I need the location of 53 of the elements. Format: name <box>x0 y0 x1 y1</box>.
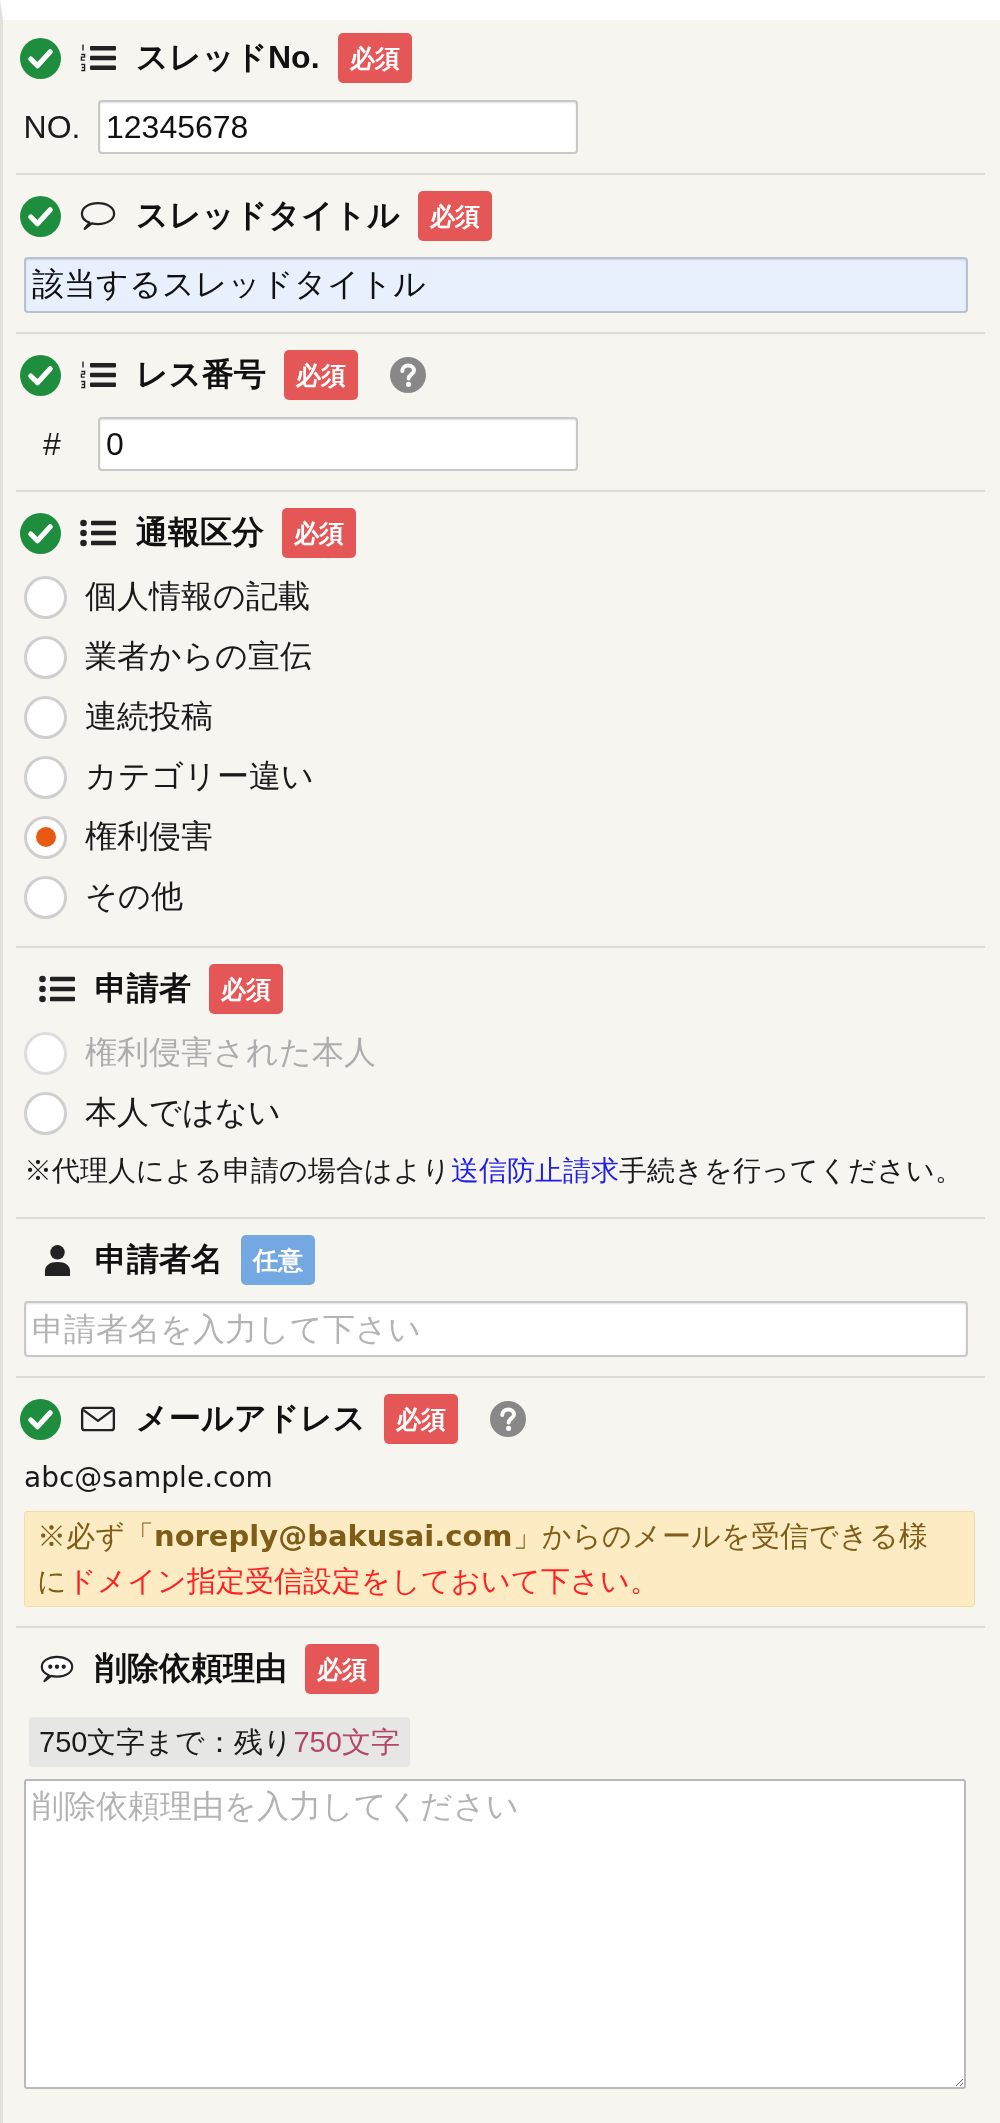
option-label: 個人情報の記載 <box>85 577 310 616</box>
radio-button[interactable] <box>24 575 67 619</box>
notice-text: ※必ず「noreply@bakusai.com」からのメールを受信できる様に ドメイン指定受信設定をしておいて下さい。 <box>24 1511 975 1607</box>
required-badge: 必須 <box>282 508 356 558</box>
radio-button[interactable] <box>24 875 67 919</box>
field-label: スレッドNo. <box>136 38 320 77</box>
number-field[interactable]: 0 <box>98 417 578 471</box>
bulleted-list-icon <box>39 974 75 1004</box>
field-label: 申請者名 <box>95 1240 223 1279</box>
required-badge: 必須 <box>284 350 358 400</box>
option-label: 業者からの宣伝 <box>85 637 312 676</box>
radio-button[interactable] <box>24 635 67 679</box>
prefix-label: NO. <box>22 108 82 146</box>
envelope-icon <box>80 1405 116 1433</box>
numbered-list-icon <box>80 360 116 390</box>
prefix-label: # <box>42 425 62 463</box>
bulleted-list-icon <box>80 518 116 548</box>
required-badge: 必須 <box>384 1394 458 1444</box>
radio-button[interactable] <box>24 1091 67 1135</box>
optional-badge: 任意 <box>241 1235 315 1285</box>
number-field[interactable]: 12345678 <box>98 100 578 154</box>
option-label: 連続投稿 <box>85 697 213 736</box>
title-field[interactable]: 該当するスレッドタイトル <box>24 257 968 313</box>
radio-button[interactable] <box>24 755 67 799</box>
required-badge: 必須 <box>305 1644 379 1694</box>
link[interactable]: 送信防止請求 <box>451 1155 619 1186</box>
field-label: スレッドタイトル <box>136 196 400 235</box>
person-icon <box>43 1243 71 1277</box>
speech-bubble-icon <box>80 201 116 231</box>
name-field[interactable]: 申請者名を入力して下さい <box>24 1301 968 1357</box>
numbered-list-icon <box>80 43 116 73</box>
radio-button[interactable] <box>24 695 67 739</box>
required-badge: 必須 <box>209 964 283 1014</box>
note-text: ※代理人による申請の場合はより 送信防止請求手続きを行ってください。 <box>24 1154 964 1188</box>
option-label: その他 <box>85 877 183 916</box>
radio-button[interactable] <box>24 815 67 859</box>
reason-field[interactable]: 削除依頼理由を入力してください <box>24 1779 966 2089</box>
option-label: 権利侵害 <box>85 817 213 856</box>
field-label: 通報区分 <box>136 513 264 552</box>
field-label: メールアドレス <box>136 1399 366 1438</box>
character-counter: 750文字まで：残り 750文字 <box>29 1717 410 1767</box>
option-label: 権利侵害された本人 <box>85 1033 376 1072</box>
speech-bubble-dots-icon <box>40 1655 74 1683</box>
required-badge: 必須 <box>337 33 412 83</box>
required-badge: 必須 <box>418 191 492 241</box>
help-icon[interactable] <box>490 1401 526 1437</box>
help-icon[interactable] <box>390 357 426 393</box>
field-label: 削除依頼理由 <box>95 1649 287 1688</box>
option-label: 本人ではない <box>85 1093 281 1132</box>
field-label: レス番号 <box>136 355 266 394</box>
option-label: カテゴリー違い <box>85 757 314 796</box>
email-value: abc@sample.com <box>24 1460 274 1496</box>
field-label: 申請者 <box>95 969 191 1008</box>
